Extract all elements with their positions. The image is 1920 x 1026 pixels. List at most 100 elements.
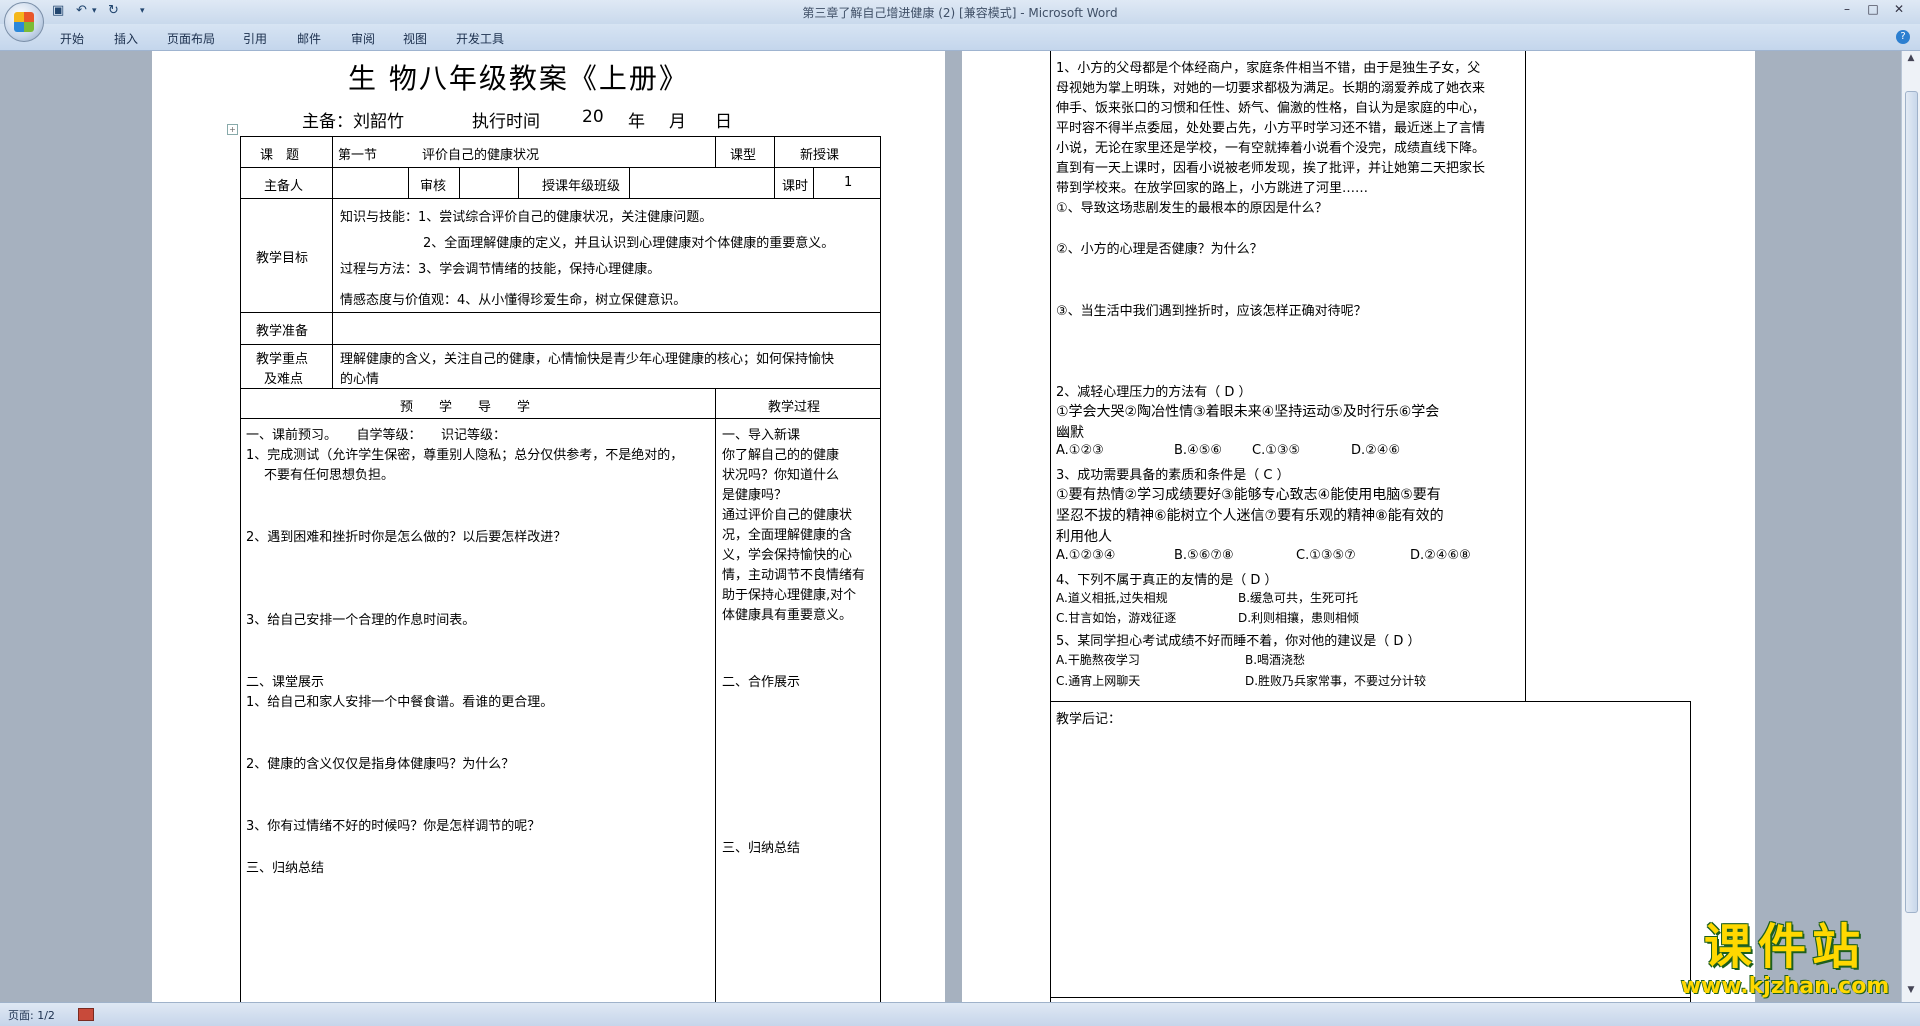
- watermark-url: www.kjzhan.com: [1680, 974, 1890, 999]
- mc2-option: B.④⑤⑥: [1174, 443, 1223, 458]
- process-line: 体健康具有重要意义。: [722, 608, 853, 623]
- title-bar: ▣ ↶ ▾ ↻ ▾ 第三章了解自己增进健康 (2) [兼容模式] - Micro…: [0, 0, 1920, 42]
- page-title: 生 物八年级教案《上册》: [348, 62, 689, 95]
- lesson-type-label: 课型: [730, 148, 757, 163]
- process-line: 你了解自己的的健康: [722, 448, 840, 463]
- watermark-main-text: 课件站: [1703, 919, 1866, 975]
- process-line: 状况吗？你知道什么: [722, 468, 840, 483]
- year-value: 20: [582, 107, 604, 127]
- mc5-stem: 5、某同学担心考试成绩不好而睡不着，你对他的建议是（ D ）: [1056, 634, 1421, 649]
- scroll-up-icon[interactable]: ▲: [1904, 53, 1918, 67]
- mc5-option: D.胜败乃兵家常事，不要过分计较: [1245, 674, 1427, 688]
- summary-heading-process: 三、归纳总结: [722, 841, 801, 856]
- story-line: 母视她为掌上明珠，对她的一切要求都极为满足。长期的溺爱养成了她衣来: [1056, 81, 1486, 96]
- process-line: 是健康吗？: [722, 488, 788, 503]
- grade-class-label: 授课年级班级: [542, 179, 621, 194]
- process-line: 通过评价自己的健康状: [722, 508, 853, 523]
- process-header: 教学过程: [768, 400, 821, 415]
- story-line: 小说，无论在家里还是学校，一有空就捧着小说看个没完，成绩直线下降。: [1056, 141, 1486, 156]
- lead-teacher-label: 主备人: [264, 179, 304, 194]
- question-b: ②、小方的心理是否健康？为什么？: [1056, 242, 1263, 257]
- topic-section: 第一节: [338, 148, 378, 163]
- process-line: 义，学会保持愉快的心: [722, 548, 853, 563]
- process-line: 况，全面理解健康的含: [722, 528, 853, 543]
- goal-line-3: 过程与方法：3、学会调节情绪的技能，保持心理健康。: [340, 262, 661, 277]
- story-line: 1、小方的父母都是个体经商户，家庭条件相当不错，由于是独生子女，父: [1056, 61, 1481, 76]
- office-button[interactable]: [4, 2, 44, 42]
- story-line: 直到有一天上课时，因看小说被老师发现，挨了批评，并让她第二天把家长: [1056, 161, 1486, 176]
- help-icon[interactable]: ?: [1896, 30, 1910, 44]
- display-heading: 二、课堂展示: [246, 675, 325, 690]
- lesson-type-value: 新授课: [800, 148, 840, 163]
- intro-heading: 一、导入新课: [722, 428, 801, 443]
- preview-q1-line2: 不要有任何思想负担。: [264, 468, 395, 483]
- goals-label: 教学目标: [256, 251, 309, 266]
- display-q1: 1、给自己和家人安排一个中餐食谱。看谁的更合理。: [246, 695, 554, 710]
- display-q2: 2、健康的含义仅仅是指身体健康吗？为什么？: [246, 757, 515, 772]
- mc2-line2: 幽默: [1056, 425, 1084, 441]
- story-line: 带到学校来。在放学回家的路上，小方跳进了河里……: [1056, 181, 1369, 196]
- difficulties-label: 及难点: [264, 372, 304, 387]
- tab-page-layout[interactable]: 页面布局: [167, 30, 215, 47]
- guide-header: 预 学 导 学: [400, 400, 531, 415]
- reviewer-label: 审核: [420, 179, 447, 194]
- mc5-option: B.喝酒浇愁: [1245, 653, 1306, 667]
- document-page-2[interactable]: 1、小方的父母都是个体经商户，家庭条件相当不错，由于是独生子女，父 母视她为掌上…: [962, 51, 1755, 1002]
- preview-q2: 2、遇到困难和挫折时你是怎么做的？以后要怎样改进？: [246, 530, 567, 545]
- class-hours-label: 课时: [782, 179, 809, 194]
- author-label: 主备：刘韶竹: [302, 112, 404, 132]
- tab-mailings[interactable]: 邮件: [297, 30, 321, 47]
- close-button[interactable]: ✕: [1886, 2, 1912, 16]
- topic-label: 课 题: [260, 148, 300, 163]
- tab-view[interactable]: 视图: [403, 30, 427, 47]
- tab-developer[interactable]: 开发工具: [456, 30, 504, 47]
- mc2-option: C.①③⑤: [1252, 443, 1301, 458]
- ribbon-tab-bar: 开始 插入 页面布局 引用 邮件 审阅 视图 开发工具: [0, 24, 1920, 51]
- mc4-option: B.缓急可共，生死可托: [1238, 591, 1359, 605]
- scrollbar-thumb[interactable]: [1905, 91, 1918, 913]
- tab-review[interactable]: 审阅: [351, 30, 375, 47]
- proofing-status-icon[interactable]: [78, 1008, 94, 1021]
- mc4-stem: 4、下列不属于真正的友情的是（ D ）: [1056, 573, 1278, 588]
- mc3-option: B.⑤⑥⑦⑧: [1174, 548, 1234, 563]
- goal-line-1: 知识与技能：1、尝试综合评价自己的健康状况，关注健康问题。: [340, 210, 713, 225]
- mc2-option: D.②④⑥: [1351, 443, 1401, 458]
- summary-heading-guide: 三、归纳总结: [246, 861, 325, 876]
- status-bar: 页面: 1/2: [0, 1002, 1920, 1026]
- vertical-scrollbar[interactable]: ▲ ▼: [1901, 51, 1920, 1002]
- goal-line-2: 2、全面理解健康的定义，并且认识到心理健康对个体健康的重要意义。: [423, 236, 835, 251]
- table-move-handle-icon[interactable]: +: [227, 124, 238, 135]
- mc4-option: D.利则相攘，患则相倾: [1238, 611, 1360, 625]
- topic-title: 评价自己的健康状况: [422, 148, 540, 163]
- goal-line-4: 情感态度与价值观：4、从小懂得珍爱生命，树立保健意识。: [340, 293, 687, 308]
- afterword-label: 教学后记：: [1056, 712, 1122, 727]
- tab-home[interactable]: 开始: [60, 30, 84, 47]
- mc3-option: A.①②③④: [1056, 548, 1116, 563]
- mc3-stem: 3、成功需要具备的素质和条件是（ C ）: [1056, 468, 1290, 483]
- tab-references[interactable]: 引用: [243, 30, 267, 47]
- watermark-logo: 课件站 www.kjzhan.com: [1665, 920, 1905, 1010]
- document-workspace: 生 物八年级教案《上册》 主备：刘韶竹 执行时间 20 年 月 日 + 课 题 …: [0, 51, 1910, 1002]
- mc4-option: A.道义相抵,过失相规: [1056, 591, 1168, 605]
- process-line: 助于保持心理健康,对个: [722, 588, 857, 603]
- tab-insert[interactable]: 插入: [114, 30, 138, 47]
- class-hours-value: 1: [844, 175, 853, 190]
- mc2-option: A.①②③: [1056, 443, 1104, 458]
- mc3-line2: 坚忍不拔的精神⑥能树立个人迷信⑦要有乐观的精神⑧能有效的: [1056, 508, 1444, 524]
- minimize-button[interactable]: –: [1834, 2, 1860, 16]
- question-c: ③、当生活中我们遇到挫折时，应该怎样正确对待呢？: [1056, 304, 1367, 319]
- scroll-down-icon[interactable]: ▼: [1904, 985, 1918, 999]
- window-title: 第三章了解自己增进健康 (2) [兼容模式] - Microsoft Word: [802, 6, 1118, 20]
- office-logo-icon: [14, 12, 34, 32]
- window-controls: – □ ✕: [1834, 2, 1912, 16]
- coop-heading: 二、合作展示: [722, 675, 801, 690]
- mc5-option: A.干脆熬夜学习: [1056, 653, 1140, 667]
- story-line: 伸手、饭来张口的习惯和任性、娇气、偏激的性格，自认为是家庭的中心，: [1056, 101, 1486, 116]
- document-page-1[interactable]: 生 物八年级教案《上册》 主备：刘韶竹 执行时间 20 年 月 日 + 课 题 …: [152, 51, 945, 1002]
- month-label: 月: [669, 112, 686, 132]
- maximize-button[interactable]: □: [1860, 2, 1886, 16]
- preview-q3: 3、给自己安排一个合理的作息时间表。: [246, 613, 476, 628]
- page-count-status[interactable]: 页面: 1/2: [8, 1007, 55, 1023]
- question-a: ①、导致这场悲剧发生的最根本的原因是什么？: [1056, 201, 1328, 216]
- mc5-option: C.通宵上网聊天: [1056, 674, 1141, 688]
